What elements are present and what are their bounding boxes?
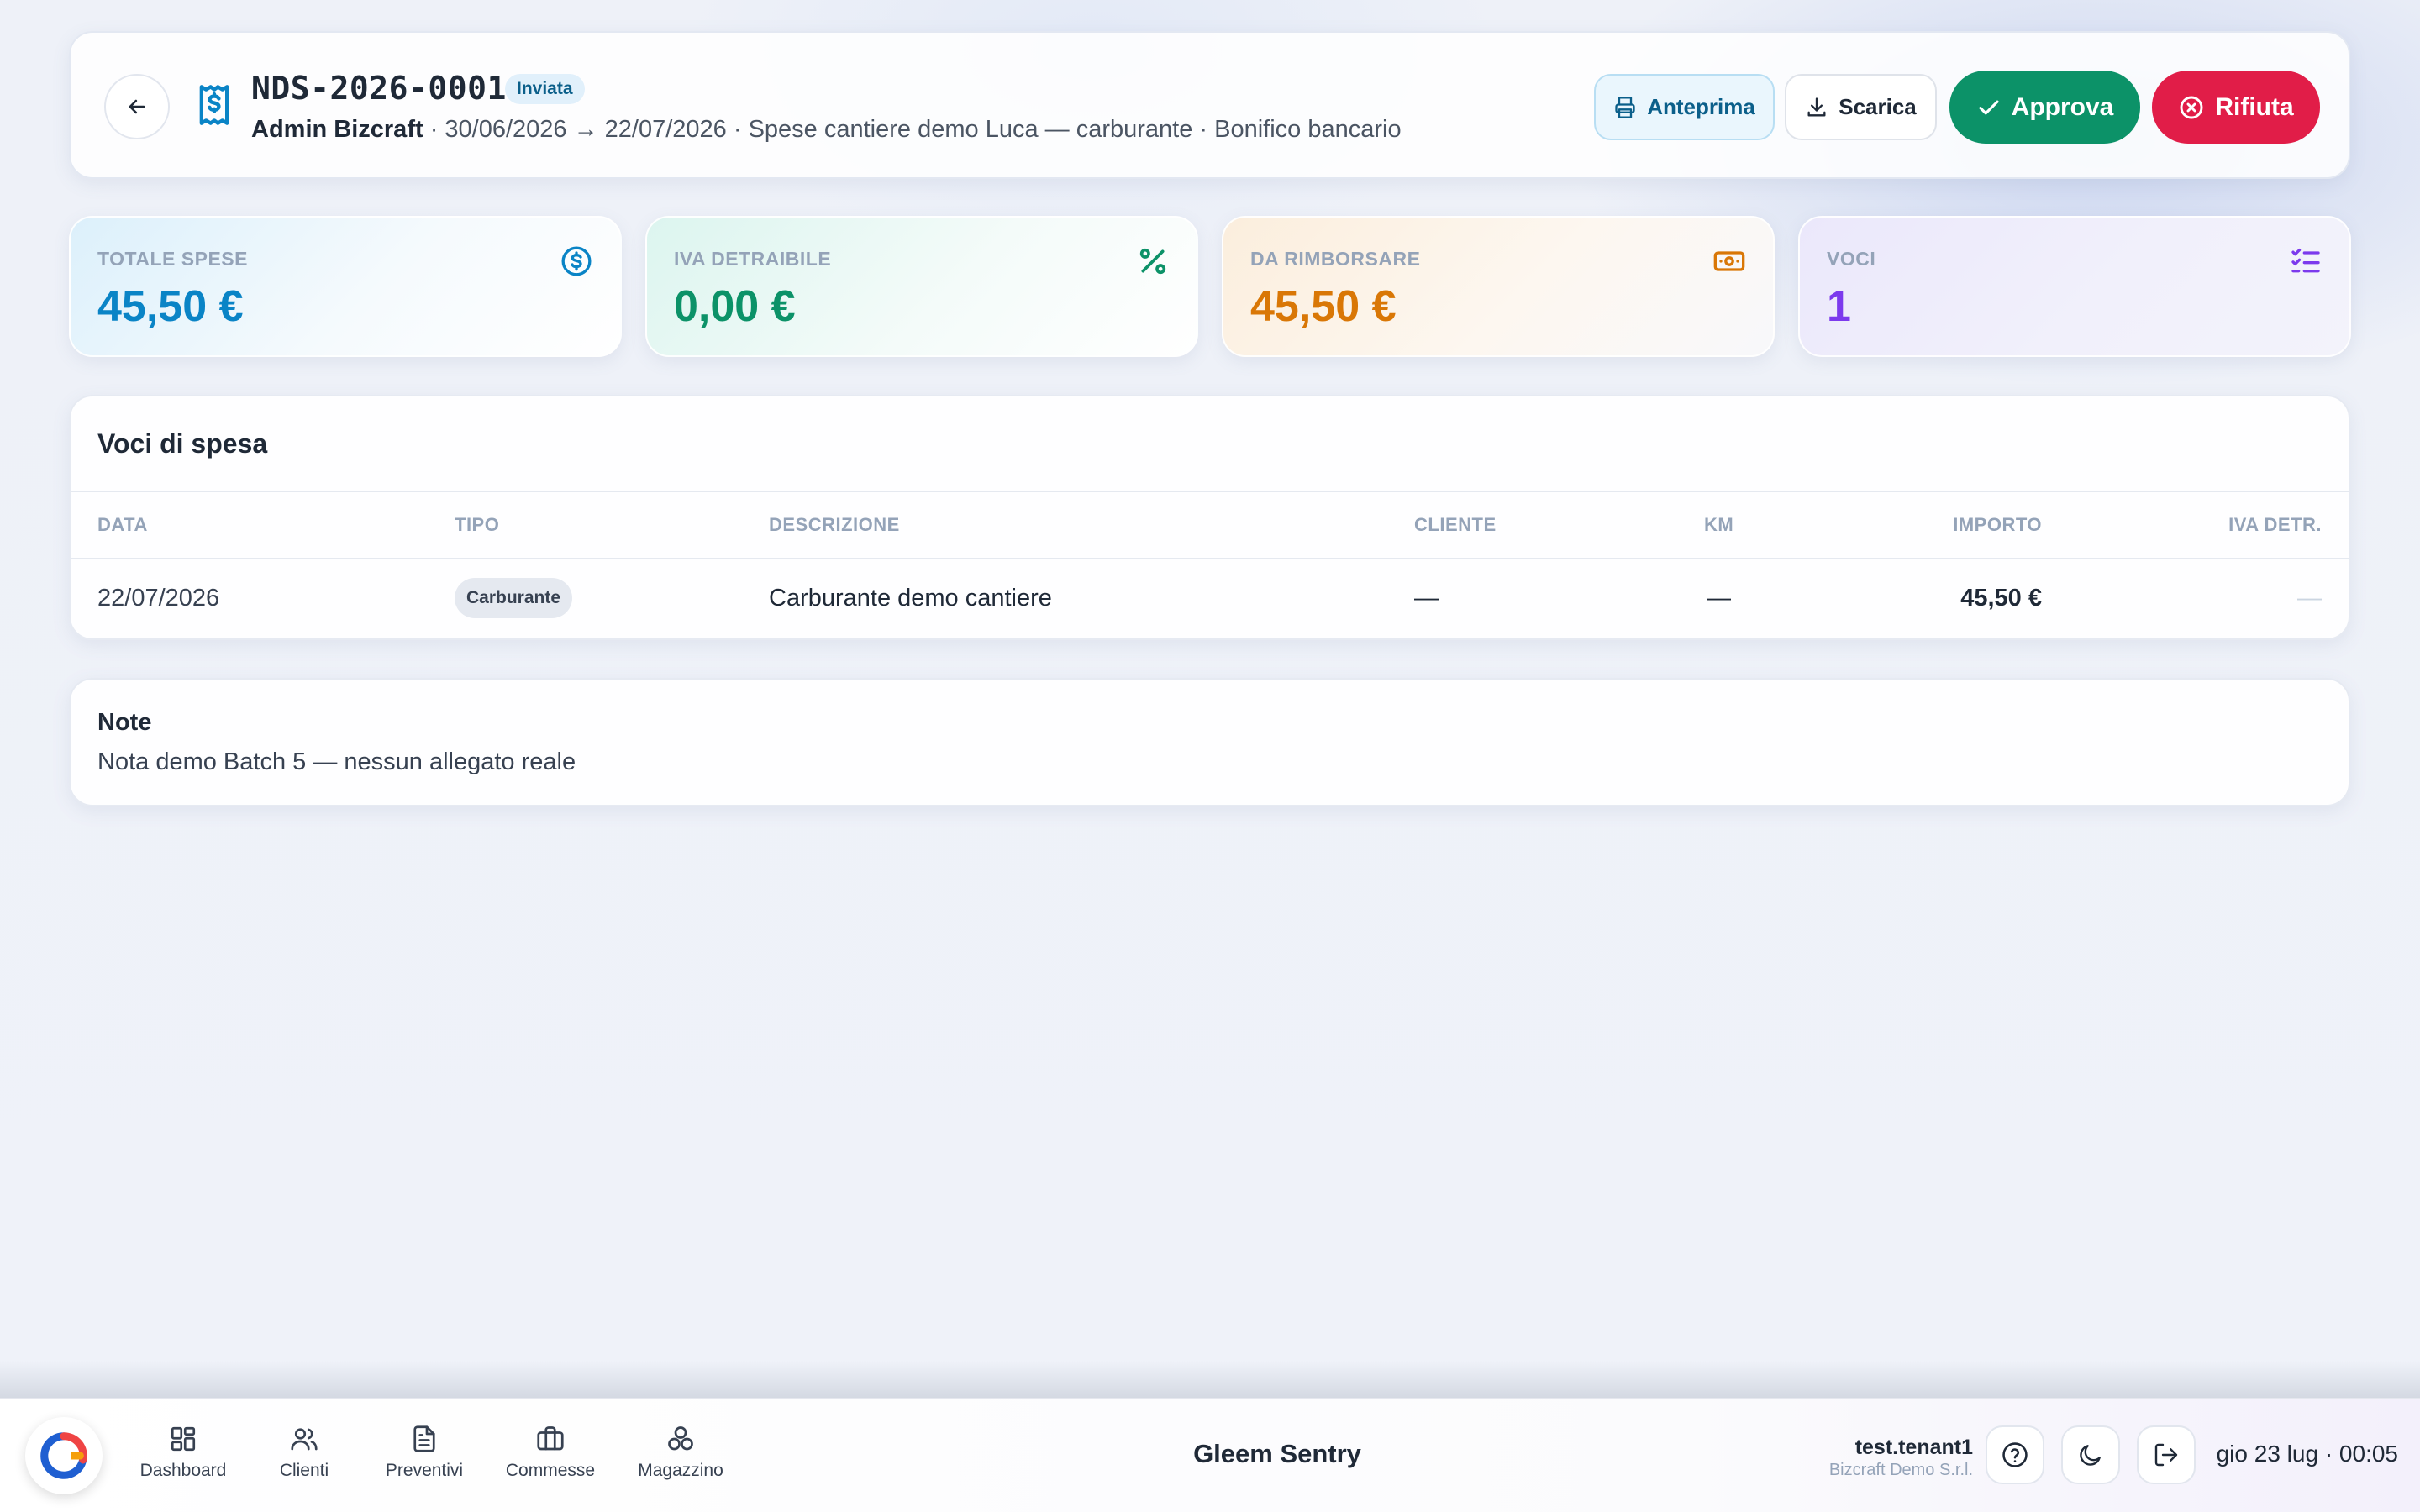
- column-header-client: CLIENTE: [1414, 514, 1497, 535]
- cell-client: —: [1414, 585, 1439, 612]
- user-company: Bizcraft Demo S.r.l.: [1828, 1461, 1973, 1479]
- preview-button[interactable]: Anteprima: [1594, 74, 1775, 140]
- column-header-type: TIPO: [455, 514, 500, 535]
- author-name: Admin Bizcraft: [251, 116, 424, 143]
- section-title: Voci di spesa: [97, 428, 268, 459]
- arrow-left-icon: [129, 99, 145, 114]
- clock: gio 23 lug · 00:05: [2216, 1441, 2398, 1467]
- stat-label: DA RIMBORSARE: [1250, 248, 1421, 270]
- nav-label: Commesse: [505, 1461, 596, 1480]
- user-name: test.tenant1: [1854, 1436, 1973, 1459]
- stat-card-items: VOCI 1: [1798, 216, 2351, 357]
- meta-details: · 30/06/2026 → 22/07/2026 · Spese cantie…: [423, 116, 1402, 143]
- stat-label: VOCI: [1827, 248, 1876, 270]
- cell-vat: —: [2297, 585, 2322, 612]
- logout-button[interactable]: [2137, 1425, 2196, 1484]
- x-circle-icon: [2180, 96, 2203, 118]
- notes-card: Note Nota demo Batch 5 — nessun allegato…: [69, 678, 2350, 806]
- help-button[interactable]: [1986, 1425, 2044, 1484]
- nav-label: Dashboard: [139, 1461, 227, 1480]
- moon-icon: [2080, 1445, 2101, 1466]
- header-card: NDS-2026-0001 Inviata Admin Bizcraft · 3…: [69, 31, 2350, 179]
- dashboard-icon: [171, 1426, 196, 1452]
- reject-label: Rifiuta: [2215, 92, 2294, 121]
- help-icon: [2002, 1442, 2028, 1467]
- nav-label: Preventivi: [385, 1461, 464, 1480]
- theme-toggle-button[interactable]: [2061, 1425, 2120, 1484]
- stat-card-refund: DA RIMBORSARE 45,50 €: [1222, 216, 1775, 357]
- cell-km: —: [1707, 585, 1731, 612]
- stat-card-vat: IVA DETRAIBILE 0,00 €: [645, 216, 1198, 357]
- nav-item-clienti[interactable]: Clienti: [245, 1424, 363, 1481]
- approve-button[interactable]: Approva: [1949, 71, 2140, 144]
- document-icon: [413, 1425, 435, 1452]
- notes-title: Note: [97, 709, 152, 736]
- type-chip: Carburante: [455, 578, 573, 618]
- nav-item-dashboard[interactable]: Dashboard: [124, 1424, 242, 1481]
- nav-item-magazzino[interactable]: Magazzino: [622, 1424, 739, 1481]
- download-label: Scarica: [1839, 94, 1917, 119]
- notes-text: Nota demo Batch 5 — nessun allegato real…: [97, 748, 576, 775]
- cell-description: Carburante demo cantiere: [769, 585, 1052, 612]
- download-button[interactable]: Scarica: [1785, 74, 1937, 140]
- nav-label: Magazzino: [638, 1461, 723, 1480]
- expenses-table-card: Voci di spesa DATA TIPO DESCRIZIONE CLIE…: [69, 395, 2350, 640]
- logout-icon: [2154, 1443, 2178, 1467]
- users-icon: [291, 1428, 318, 1451]
- cell-date: 22/07/2026: [97, 585, 220, 612]
- page-title: NDS-2026-0001: [251, 70, 507, 107]
- receipt-icon: [199, 85, 229, 125]
- table-row[interactable]: 22/07/2026 Carburante Carburante demo ca…: [71, 559, 2349, 638]
- stat-value: 45,50 €: [1250, 282, 1397, 331]
- download-icon: [1807, 97, 1826, 116]
- stat-card-total: TOTALE SPESE 45,50 €: [69, 216, 622, 357]
- dollar-circle-icon: [561, 246, 592, 276]
- nav-item-preventivi[interactable]: Preventivi: [366, 1424, 483, 1481]
- banknote-icon: [1713, 251, 1745, 271]
- printer-icon: [1615, 96, 1635, 118]
- stat-label: IVA DETRAIBILE: [674, 248, 832, 270]
- stat-value: 0,00 €: [674, 282, 796, 331]
- bottom-nav-bar: Dashboard Clienti Preventivi Commesse Ma…: [0, 1398, 2420, 1512]
- reject-button[interactable]: Rifiuta: [2152, 71, 2320, 144]
- column-header-amount: IMPORTO: [1953, 514, 2042, 535]
- boxes-icon: [668, 1426, 693, 1451]
- column-header-date: DATA: [97, 514, 148, 535]
- column-header-description: DESCRIZIONE: [769, 514, 900, 535]
- column-header-vat: IVA DETR.: [2228, 514, 2322, 535]
- stat-label: TOTALE SPESE: [97, 248, 248, 270]
- cell-amount: 45,50 €: [1960, 585, 2042, 612]
- back-button[interactable]: [104, 74, 170, 139]
- percent-icon: [1139, 248, 1166, 275]
- nav-label: Clienti: [279, 1461, 329, 1480]
- approve-label: Approva: [2011, 92, 2114, 121]
- checklist-icon: [2291, 249, 2320, 273]
- app-logo-button[interactable]: [25, 1417, 103, 1494]
- preview-label: Anteprima: [1647, 94, 1755, 119]
- app-title: Gleem Sentry: [1193, 1439, 1361, 1468]
- column-header-km: KM: [1704, 514, 1734, 535]
- stat-value: 1: [1827, 282, 1851, 331]
- status-badge: Inviata: [505, 74, 585, 104]
- table-header: DATA TIPO DESCRIZIONE CLIENTE KM IMPORTO…: [71, 491, 2349, 559]
- stat-value: 45,50 €: [97, 282, 244, 331]
- document-meta: Admin Bizcraft · 30/06/2026 → 22/07/2026…: [251, 116, 1402, 144]
- bottom-bar-shadow: [0, 1361, 2420, 1398]
- app-logo-icon: [40, 1432, 87, 1479]
- briefcase-icon: [537, 1426, 564, 1451]
- check-icon: [1979, 100, 1999, 114]
- nav-item-commesse[interactable]: Commesse: [492, 1424, 609, 1481]
